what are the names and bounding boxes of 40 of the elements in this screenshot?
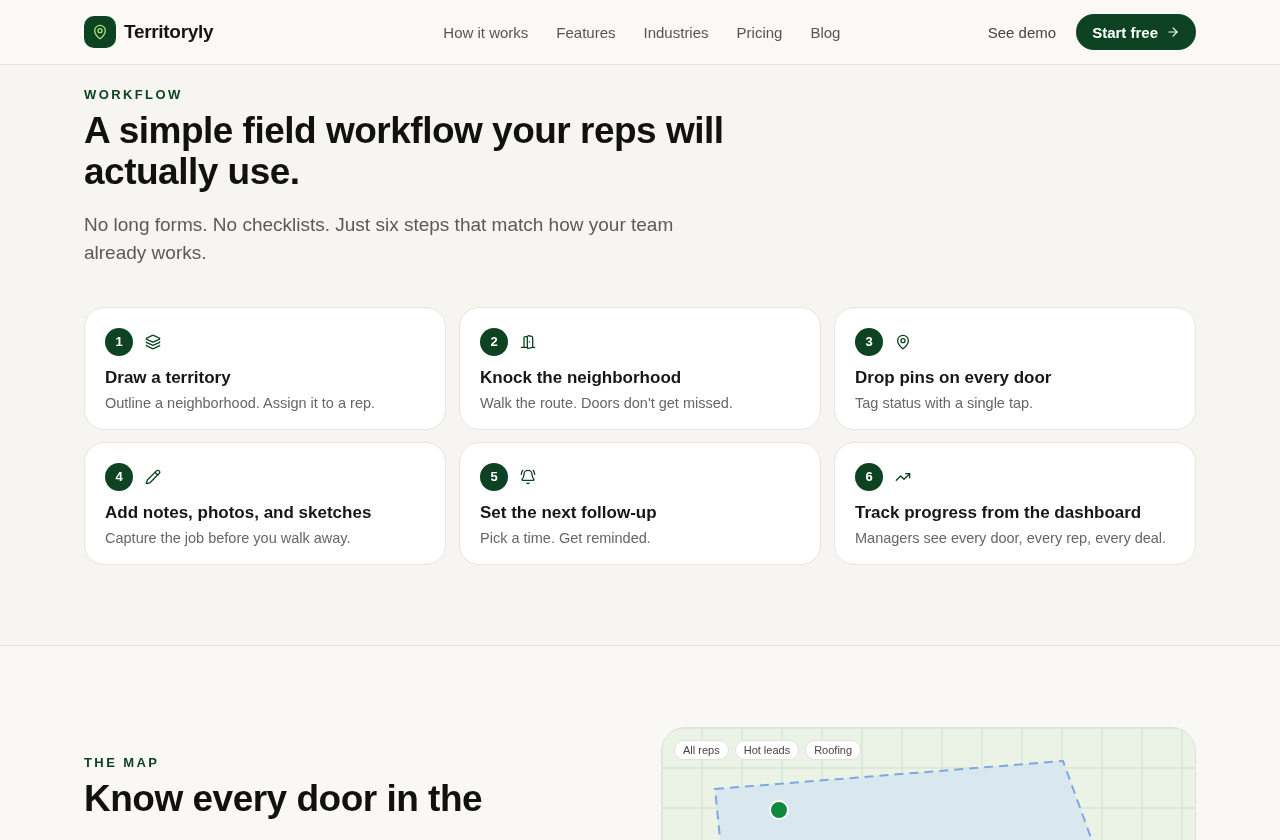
- start-free-button[interactable]: Start free: [1076, 14, 1196, 50]
- step-description: Capture the job before you walk away.: [105, 529, 352, 546]
- filter-chip[interactable]: Hot leads: [734, 739, 800, 760]
- section-eyebrow: THE MAP: [84, 754, 161, 770]
- section-subtitle: No long forms. No checklists. Just six steps that match how your team already works.: [84, 212, 675, 265]
- step-title: Add notes, photos, and sketches: [105, 502, 373, 523]
- nav-link[interactable]: Pricing: [736, 23, 783, 41]
- step-description: Tag status with a single tap.: [855, 394, 1035, 411]
- step-title: Set the next follow-up: [480, 502, 658, 523]
- door-icon: [520, 333, 536, 350]
- nav-link[interactable]: Features: [556, 23, 616, 41]
- pencil-icon: [145, 468, 161, 485]
- step-number: 6: [855, 462, 883, 491]
- section-eyebrow: WORKFLOW: [84, 87, 184, 102]
- step-title: Knock the neighborhood: [480, 367, 683, 388]
- step-description: Outline a neighborhood. Assign it to a rep.: [105, 394, 377, 411]
- see-demo-link[interactable]: See demo: [987, 23, 1057, 41]
- map-pin-icon: [895, 333, 911, 350]
- bell-icon: [520, 468, 536, 485]
- nav-link[interactable]: Industries: [643, 23, 709, 41]
- nav-link[interactable]: How it works: [443, 23, 529, 41]
- layers-icon: [145, 333, 161, 350]
- step-number: 3: [855, 327, 883, 356]
- step-description: Managers see every door, every rep, every deal.: [855, 529, 1168, 546]
- step-number: 5: [480, 462, 508, 491]
- nav-link[interactable]: Blog: [810, 23, 841, 41]
- section-heading: A simple field workflow your reps will actually use.: [84, 110, 725, 193]
- step-title: Draw a territory: [105, 367, 232, 388]
- step-title: Drop pins on every door: [855, 367, 1053, 388]
- brand-name[interactable]: Territoryly: [124, 21, 214, 43]
- step-title: Track progress from the dashboard: [855, 502, 1143, 523]
- section-heading: Know every door in the: [84, 777, 484, 820]
- step-description: Pick a time. Get reminded.: [480, 529, 652, 546]
- filter-chip[interactable]: All reps: [674, 739, 729, 760]
- filter-chip[interactable]: Roofing: [805, 739, 862, 760]
- map-pin-logo-icon: [84, 16, 116, 48]
- step-number: 1: [105, 327, 133, 356]
- step-number: 4: [105, 462, 133, 491]
- step-description: Walk the route. Doors don't get missed.: [480, 394, 734, 411]
- step-number: 2: [480, 327, 508, 356]
